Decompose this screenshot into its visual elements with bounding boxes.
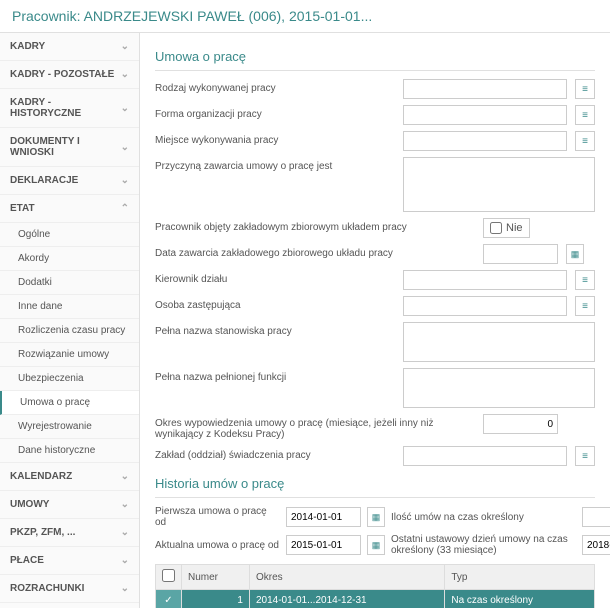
label-rodzaj: Rodzaj wykonywanej pracy bbox=[155, 79, 395, 94]
input-przyczyna[interactable] bbox=[403, 157, 595, 212]
calendar-icon[interactable]: ▦ bbox=[566, 244, 584, 264]
list-icon[interactable]: ≡ bbox=[575, 296, 595, 316]
chevron-down-icon: ⌄ bbox=[121, 471, 129, 482]
nav-place[interactable]: PŁACE⌄ bbox=[0, 547, 139, 575]
label-przyczyna: Przyczyną zawarcia umowy o pracę jest bbox=[155, 157, 395, 172]
label-pierwsza: Pierwsza umowa o pracę od bbox=[155, 506, 280, 528]
chevron-down-icon: ⌄ bbox=[121, 583, 129, 594]
checkbox-nie[interactable]: Nie bbox=[483, 218, 530, 238]
label-miejsce: Miejsce wykonywania pracy bbox=[155, 131, 395, 146]
label-forma: Forma organizacji pracy bbox=[155, 105, 395, 120]
chevron-down-icon: ⌄ bbox=[121, 142, 129, 153]
sidebar-item-dane-historyczne[interactable]: Dane historyczne bbox=[0, 439, 139, 463]
col-typ[interactable]: Typ bbox=[445, 565, 595, 590]
check-icon: ✓ bbox=[164, 595, 172, 606]
label-pracownik-objety: Pracownik objęty zakładowym zbiorowym uk… bbox=[155, 218, 475, 233]
label-ostatni: Ostatni ustawowy dzień umowy na czas okr… bbox=[391, 534, 576, 556]
cell-numer: 1 bbox=[182, 590, 250, 609]
input-zaklad[interactable] bbox=[403, 446, 567, 466]
col-numer[interactable]: Numer bbox=[182, 565, 250, 590]
input-ilosc[interactable] bbox=[582, 507, 610, 527]
sidebar-item-umowa[interactable]: Umowa o pracę bbox=[0, 391, 139, 415]
sidebar-item-wyrejestrowanie[interactable]: Wyrejestrowanie bbox=[0, 415, 139, 439]
chevron-down-icon: ⌄ bbox=[121, 175, 129, 186]
checkbox-nie-label: Nie bbox=[506, 222, 523, 234]
label-ilosc: Ilość umów na czas określony bbox=[391, 512, 576, 523]
nav-umowy[interactable]: UMOWY⌄ bbox=[0, 491, 139, 519]
chevron-up-icon: ⌃ bbox=[121, 203, 129, 214]
nav-kadry[interactable]: KADRY⌄ bbox=[0, 33, 139, 61]
input-aktualna[interactable] bbox=[286, 535, 361, 555]
calendar-icon[interactable]: ▦ bbox=[367, 507, 385, 527]
label-stanowisko: Pełna nazwa stanowiska pracy bbox=[155, 322, 395, 337]
sidebar-item-ogolne[interactable]: Ogólne bbox=[0, 223, 139, 247]
nav-rozrachunki[interactable]: ROZRACHUNKI⌄ bbox=[0, 575, 139, 603]
section-umowa-title: Umowa o pracę bbox=[155, 45, 595, 71]
input-ostatni[interactable] bbox=[582, 535, 610, 555]
sidebar-item-akordy[interactable]: Akordy bbox=[0, 247, 139, 271]
sidebar-item-dodatki[interactable]: Dodatki bbox=[0, 271, 139, 295]
label-funkcja: Pełna nazwa pełnionej funkcji bbox=[155, 368, 395, 383]
sidebar-item-rozliczenia[interactable]: Rozliczenia czasu pracy bbox=[0, 319, 139, 343]
cell-okres: 2014-01-01...2014-12-31 bbox=[249, 590, 444, 609]
list-icon[interactable]: ≡ bbox=[575, 131, 595, 151]
nav-etat[interactable]: ETAT⌃ bbox=[0, 195, 139, 223]
sidebar-item-rozwiazanie[interactable]: Rozwiązanie umowy bbox=[0, 343, 139, 367]
input-rodzaj[interactable] bbox=[403, 79, 567, 99]
input-miejsce[interactable] bbox=[403, 131, 567, 151]
input-data-zawarcia[interactable] bbox=[483, 244, 558, 264]
input-osoba[interactable] bbox=[403, 296, 567, 316]
page-header: Pracownik: ANDRZEJEWSKI PAWEŁ (006), 201… bbox=[0, 0, 610, 33]
nav-dokumenty-ewidencji[interactable]: DOKUMENTY EWIDENCJI⌄ bbox=[0, 603, 139, 608]
nav-deklaracje[interactable]: DEKLARACJE⌄ bbox=[0, 167, 139, 195]
chevron-down-icon: ⌄ bbox=[121, 103, 129, 114]
sidebar-item-inne-dane[interactable]: Inne dane bbox=[0, 295, 139, 319]
cell-typ: Na czas określony bbox=[445, 590, 595, 609]
list-icon[interactable]: ≡ bbox=[575, 270, 595, 290]
table-row[interactable]: ✓ 1 2014-01-01...2014-12-31 Na czas okre… bbox=[156, 590, 595, 609]
history-table: Numer Okres Typ ✓ 1 2014-01-01...2014-12… bbox=[155, 564, 595, 608]
nav-kalendarz[interactable]: KALENDARZ⌄ bbox=[0, 463, 139, 491]
label-data-zawarcia: Data zawarcia zakładowego zbiorowego ukł… bbox=[155, 244, 475, 259]
input-pierwsza[interactable] bbox=[286, 507, 361, 527]
list-icon[interactable]: ≡ bbox=[575, 79, 595, 99]
label-kierownik: Kierownik działu bbox=[155, 270, 395, 285]
input-forma[interactable] bbox=[403, 105, 567, 125]
chevron-down-icon: ⌄ bbox=[121, 499, 129, 510]
row-check[interactable]: ✓ bbox=[156, 590, 182, 609]
nav-pkzp[interactable]: PKZP, ZFM, ...⌄ bbox=[0, 519, 139, 547]
sidebar: KADRY⌄ KADRY - POZOSTAŁE⌄ KADRY - HISTOR… bbox=[0, 33, 140, 608]
chevron-down-icon: ⌄ bbox=[121, 555, 129, 566]
input-okres[interactable] bbox=[483, 414, 558, 434]
list-icon[interactable]: ≡ bbox=[575, 105, 595, 125]
chevron-down-icon: ⌄ bbox=[121, 527, 129, 538]
main-container: KADRY⌄ KADRY - POZOSTAŁE⌄ KADRY - HISTOR… bbox=[0, 33, 610, 608]
label-okres: Okres wypowiedzenia umowy o pracę (miesi… bbox=[155, 414, 475, 440]
label-aktualna: Aktualna umowa o pracę od bbox=[155, 540, 280, 551]
section-historia-title: Historia umów o pracę bbox=[155, 472, 595, 498]
col-okres[interactable]: Okres bbox=[249, 565, 444, 590]
main-panel: Umowa o pracę Rodzaj wykonywanej pracy ≡… bbox=[140, 33, 610, 608]
col-check[interactable] bbox=[156, 565, 182, 590]
input-funkcja[interactable] bbox=[403, 368, 595, 408]
input-stanowisko[interactable] bbox=[403, 322, 595, 362]
checkbox-nie-input[interactable] bbox=[490, 222, 502, 234]
label-zaklad: Zakład (oddział) świadczenia pracy bbox=[155, 446, 395, 461]
sidebar-item-ubezpieczenia[interactable]: Ubezpieczenia bbox=[0, 367, 139, 391]
nav-kadry-pozostale[interactable]: KADRY - POZOSTAŁE⌄ bbox=[0, 61, 139, 89]
calendar-icon[interactable]: ▦ bbox=[367, 535, 385, 555]
nav-dokumenty-wnioski[interactable]: DOKUMENTY I WNIOSKI⌄ bbox=[0, 128, 139, 167]
list-icon[interactable]: ≡ bbox=[575, 446, 595, 466]
nav-kadry-historyczne[interactable]: KADRY - HISTORYCZNE⌄ bbox=[0, 89, 139, 128]
label-osoba: Osoba zastępująca bbox=[155, 296, 395, 311]
chevron-down-icon: ⌄ bbox=[121, 41, 129, 52]
chevron-down-icon: ⌄ bbox=[121, 69, 129, 80]
input-kierownik[interactable] bbox=[403, 270, 567, 290]
